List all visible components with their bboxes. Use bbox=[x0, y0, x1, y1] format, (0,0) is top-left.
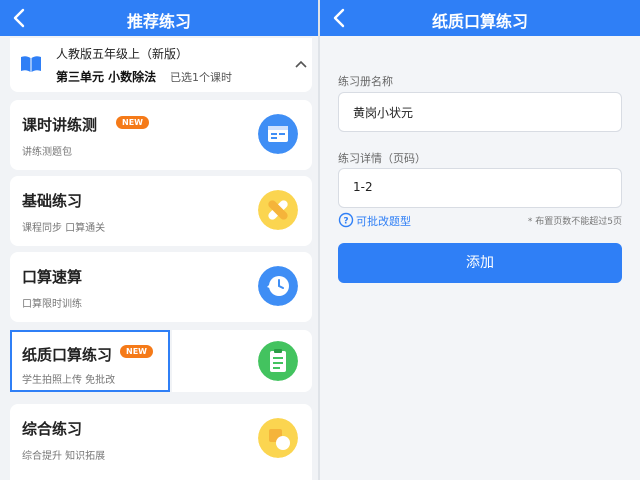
new-badge: NEW bbox=[116, 116, 149, 129]
chevron-up-icon[interactable] bbox=[295, 60, 307, 68]
calendar-icon bbox=[258, 114, 298, 154]
nav-bar: 推荐练习 bbox=[0, 0, 318, 36]
card-desc: 口算限时训练 bbox=[22, 299, 82, 310]
bandage-icon bbox=[258, 190, 298, 230]
card-title: 课时讲练测 bbox=[22, 116, 98, 134]
clipboard-icon bbox=[258, 341, 298, 381]
card-title: 综合练习 bbox=[22, 420, 83, 438]
textbook-name: 人教版五年级上（新版） bbox=[56, 47, 189, 61]
nav-title: 推荐练习 bbox=[126, 12, 191, 31]
svg-text:?: ? bbox=[343, 217, 348, 227]
gradable-types-link[interactable]: 可批改题型 bbox=[356, 213, 411, 229]
card-desc: 讲练测题包 bbox=[22, 147, 72, 158]
practice-card-lesson-test[interactable]: 课时讲练测 NEW 讲练测题包 bbox=[10, 100, 312, 170]
nav-bar: 纸质口算练习 bbox=[320, 0, 640, 36]
help-circle-icon[interactable]: ? bbox=[338, 212, 354, 228]
book-name-input[interactable]: 黄岗小状元 bbox=[338, 92, 622, 132]
practice-card-quick-calc[interactable]: 口算速算 口算限时训练 bbox=[10, 252, 312, 322]
card-desc: 课程同步 口算通关 bbox=[22, 223, 106, 234]
page-limit-note: * 布置页数不能超过5页 bbox=[527, 217, 622, 227]
add-button[interactable]: 添加 bbox=[338, 243, 622, 283]
book-name-label: 练习册名称 bbox=[338, 75, 393, 88]
selected-count: 已选1个课时 bbox=[170, 71, 232, 84]
clock-icon bbox=[258, 266, 298, 306]
shapes-icon bbox=[258, 418, 298, 458]
book-icon bbox=[21, 56, 41, 72]
practice-card-paper-calc-side[interactable] bbox=[172, 330, 312, 392]
recommended-practice-screen: 推荐练习 人教版五年级上（新版） 第三单元 小数除法 已选1个课时 课时讲练测 … bbox=[0, 0, 318, 480]
course-selector[interactable]: 人教版五年级上（新版） 第三单元 小数除法 已选1个课时 bbox=[10, 38, 312, 92]
paper-calc-form-screen: 纸质口算练习 练习册名称 黄岗小状元 练习详情（页码） 1-2 ? 可批改题型 … bbox=[320, 0, 640, 480]
new-badge: NEW bbox=[120, 345, 153, 358]
practice-card-comprehensive[interactable]: 综合练习 综合提升 知识拓展 bbox=[10, 404, 312, 480]
card-desc: 学生拍照上传 免批改 bbox=[22, 375, 116, 386]
page-range-input[interactable]: 1-2 bbox=[338, 168, 622, 208]
unit-name: 第三单元 小数除法 bbox=[56, 70, 157, 84]
card-title: 纸质口算练习 bbox=[22, 346, 113, 364]
detail-label: 练习详情（页码） bbox=[338, 152, 426, 165]
practice-card-paper-calc[interactable]: 纸质口算练习 NEW 学生拍照上传 免批改 bbox=[10, 330, 170, 392]
card-desc: 综合提升 知识拓展 bbox=[22, 451, 106, 462]
card-title: 基础练习 bbox=[22, 192, 83, 210]
practice-card-basic[interactable]: 基础练习 课程同步 口算通关 bbox=[10, 176, 312, 246]
card-title: 口算速算 bbox=[22, 268, 83, 286]
nav-title: 纸质口算练习 bbox=[431, 12, 528, 31]
